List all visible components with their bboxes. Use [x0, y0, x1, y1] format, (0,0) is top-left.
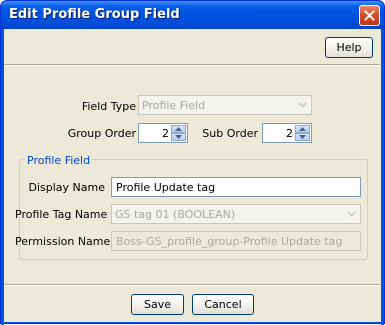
profile-tag-name-label: Profile Tag Name [15, 208, 108, 221]
group-order-decrement[interactable] [171, 133, 186, 141]
profile-field-legend: Profile Field [25, 154, 93, 167]
title-bar[interactable]: Edit Profile Group Field [1, 1, 384, 29]
group-order-spinner[interactable]: 2 [138, 123, 188, 143]
triangle-down-icon [299, 135, 306, 139]
save-button[interactable]: Save [131, 294, 184, 315]
field-type-select[interactable]: Profile Field [138, 95, 312, 115]
sub-order-decrement[interactable] [295, 133, 310, 141]
permission-name-input [112, 232, 360, 250]
sub-order-label: Sub Order [202, 127, 258, 140]
help-button[interactable]: Help [325, 37, 373, 58]
group-order-increment[interactable] [171, 125, 186, 133]
top-divider [5, 64, 380, 66]
bottom-divider [5, 284, 380, 286]
field-type-value: Profile Field [142, 99, 206, 112]
dialog-window: Edit Profile Group Field Help Field Type… [0, 0, 385, 325]
cancel-button[interactable]: Cancel [192, 294, 254, 315]
close-icon [364, 10, 375, 21]
chevron-down-icon [297, 102, 307, 108]
field-type-label: Field Type [81, 100, 136, 113]
triangle-up-icon [175, 127, 182, 131]
sub-order-spinner[interactable]: 2 [262, 123, 312, 143]
permission-name-label: Permission Name [15, 235, 111, 248]
triangle-down-icon [175, 135, 182, 139]
profile-tag-name-dropdown-button[interactable] [343, 206, 359, 222]
field-type-dropdown-button[interactable] [294, 97, 310, 113]
window-title: Edit Profile Group Field [9, 7, 180, 22]
close-button[interactable] [359, 5, 380, 26]
group-order-label: Group Order [67, 127, 136, 140]
profile-tag-name-value: GS tag 01 (BOOLEAN) [115, 208, 236, 221]
triangle-up-icon [299, 127, 306, 131]
display-name-input[interactable] [112, 178, 360, 196]
profile-tag-name-select[interactable]: GS tag 01 (BOOLEAN) [111, 204, 361, 224]
group-order-value: 2 [162, 127, 169, 140]
sub-order-increment[interactable] [295, 125, 310, 133]
sub-order-value: 2 [286, 127, 293, 140]
chevron-down-icon [346, 211, 356, 217]
display-name-field[interactable] [111, 177, 361, 197]
display-name-label: Display Name [28, 181, 106, 194]
window-border-right [381, 29, 384, 325]
permission-name-field [111, 231, 361, 251]
